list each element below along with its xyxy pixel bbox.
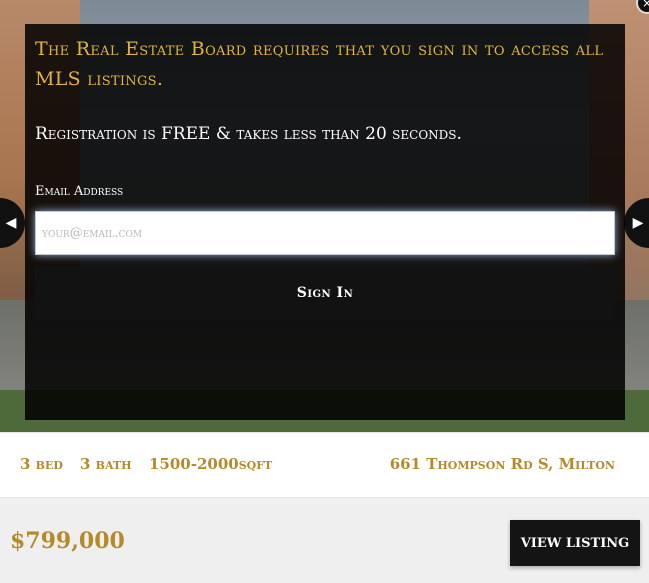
- sign-in-button[interactable]: Sign In: [35, 266, 615, 320]
- beds-count: 3 bed: [20, 455, 63, 473]
- modal-subline: Registration is FREE & takes less than 2…: [35, 124, 462, 144]
- modal-headline: The Real Estate Board requires that you …: [35, 38, 604, 90]
- listing-price-bar: $799,000 VIEW LISTING: [0, 498, 649, 583]
- email-label: Email Address: [35, 184, 124, 199]
- baths-count: 3 bath: [80, 455, 132, 473]
- listing-address: 661 Thompson Rd S, Milton: [389, 455, 615, 473]
- listing-price: $799,000: [10, 528, 125, 554]
- sqft-range: 1500-2000sqft: [149, 455, 273, 473]
- email-input[interactable]: [35, 211, 615, 255]
- listing-info-bar: 3 bed 3 bath 1500-2000sqft 661 Thompson …: [0, 432, 649, 498]
- view-listing-button[interactable]: VIEW LISTING: [510, 520, 640, 566]
